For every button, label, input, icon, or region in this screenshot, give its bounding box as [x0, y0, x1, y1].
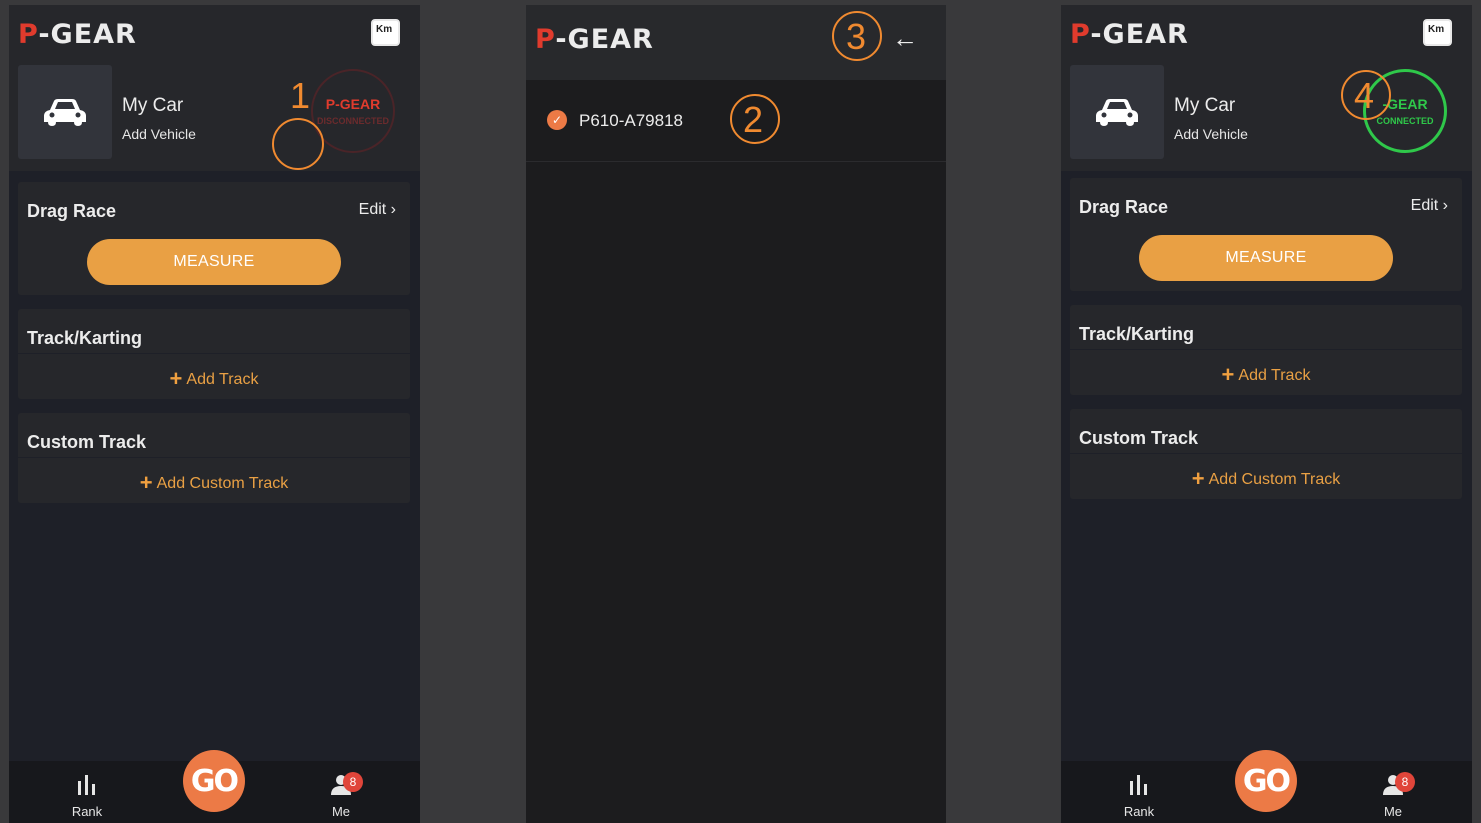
chevron-right-icon: › [1442, 197, 1448, 214]
screen-device-list: P-GEAR ← 3 ✓ P610-A79818 2 [526, 5, 946, 823]
track-title: Track/Karting [1079, 324, 1195, 344]
bottom-nav: Rank GO 8 Me [9, 750, 420, 823]
nav-me[interactable]: 8 Me [1373, 772, 1415, 819]
check-icon: ✓ [547, 110, 567, 130]
divider [18, 353, 410, 354]
track-title: Track/Karting [27, 328, 143, 348]
car-icon [18, 65, 112, 159]
plus-icon: + [1221, 362, 1235, 387]
add-vehicle-link[interactable]: Add Vehicle [122, 126, 196, 142]
unit-toggle-button[interactable]: Km [371, 19, 400, 46]
top-bar: P-GEAR ← [526, 5, 946, 80]
top-bar: P-GEAR Km [1061, 5, 1472, 55]
divider [1070, 453, 1462, 454]
go-button[interactable]: GO [1235, 750, 1297, 812]
my-car-title: My Car [1174, 95, 1236, 116]
add-custom-track-button[interactable]: + Add Custom Track [18, 470, 410, 496]
drag-race-title: Drag Race [27, 201, 117, 221]
car-icon [1070, 65, 1164, 159]
bar-chart-icon [78, 775, 95, 795]
plus-icon: + [139, 470, 153, 495]
nav-rank[interactable]: Rank [67, 773, 107, 819]
back-arrow-icon[interactable]: ← [892, 23, 918, 54]
add-track-button[interactable]: + Add Track [18, 366, 410, 392]
app-logo: P-GEAR [535, 24, 654, 55]
drag-race-title: Drag Race [1079, 197, 1169, 217]
annotation-number-3: 3 [846, 16, 867, 57]
app-logo: P-GEAR [18, 19, 137, 50]
divider [1070, 349, 1462, 350]
go-button[interactable]: GO [183, 750, 245, 812]
add-vehicle-link[interactable]: Add Vehicle [1174, 126, 1248, 142]
screen-connected: P-GEAR Km My Car Add Vehicle -GEAR CONNE… [1061, 5, 1472, 823]
annotation-number-1: 1 [290, 75, 311, 116]
screen-disconnected: P-GEAR Km My Car Add Vehicle P-GEAR DISC… [9, 5, 420, 823]
divider [18, 457, 410, 458]
annotation-number-2: 2 [743, 99, 764, 140]
annotation-circle-1 [272, 118, 324, 170]
custom-track-card: Custom Track + Add Custom Track [1070, 409, 1462, 499]
nav-me[interactable]: 8 Me [321, 772, 363, 819]
drag-race-card: Drag Race Edit › MEASURE [18, 182, 410, 295]
device-name: P610-A79818 [579, 111, 683, 130]
unit-toggle-button[interactable]: Km [1423, 19, 1452, 46]
measure-button[interactable]: MEASURE [1139, 235, 1393, 281]
notification-badge: 8 [343, 772, 363, 792]
add-custom-track-button[interactable]: + Add Custom Track [1070, 466, 1462, 492]
add-track-button[interactable]: + Add Track [1070, 362, 1462, 388]
edit-link[interactable]: Edit › [359, 201, 396, 219]
my-car-title: My Car [122, 95, 184, 116]
drag-race-card: Drag Race Edit › MEASURE [1070, 178, 1462, 291]
custom-track-card: Custom Track + Add Custom Track [18, 413, 410, 503]
annotation-number-4: 4 [1354, 75, 1375, 116]
notification-badge: 8 [1395, 772, 1415, 792]
custom-track-title: Custom Track [1079, 428, 1199, 448]
measure-button[interactable]: MEASURE [87, 239, 341, 285]
bar-chart-icon [1130, 775, 1147, 795]
bottom-nav: Rank GO 8 Me [1061, 750, 1472, 823]
app-logo: P-GEAR [1070, 19, 1189, 50]
top-bar: P-GEAR Km [9, 5, 420, 55]
custom-track-title: Custom Track [27, 432, 147, 452]
track-card: Track/Karting + Add Track [1070, 305, 1462, 395]
track-card: Track/Karting + Add Track [18, 309, 410, 399]
edit-link[interactable]: Edit › [1411, 197, 1448, 215]
nav-rank[interactable]: Rank [1119, 773, 1159, 819]
chevron-right-icon: › [390, 201, 396, 218]
plus-icon: + [1191, 466, 1205, 491]
plus-icon: + [169, 366, 183, 391]
